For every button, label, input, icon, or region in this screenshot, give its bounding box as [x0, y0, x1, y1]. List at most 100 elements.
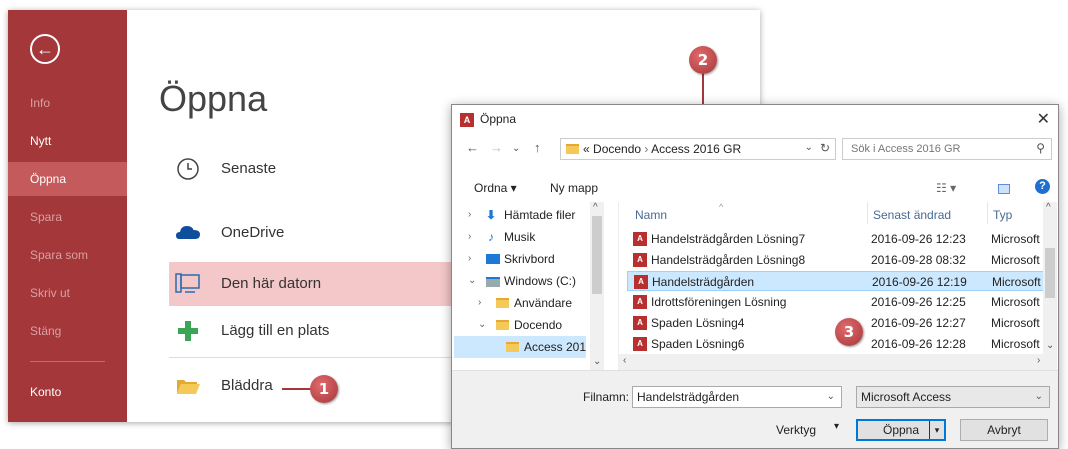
refresh-icon[interactable]: ↻: [820, 141, 830, 155]
place-label: OneDrive: [221, 224, 285, 241]
access-file-icon: A: [633, 337, 647, 351]
recent-locations-icon[interactable]: ⌄: [512, 143, 520, 154]
nav-item-access-2016[interactable]: Access 2016 G: [454, 336, 586, 358]
callout-1: 1: [310, 375, 338, 403]
close-button[interactable]: ✕: [1037, 109, 1050, 129]
nav-item-windows-c[interactable]: ⌄ Windows (C:): [468, 270, 598, 292]
nav-item-anvandare[interactable]: › Användare: [478, 292, 608, 314]
sidebar-item-spara[interactable]: Spara: [8, 200, 127, 234]
up-arrow-icon[interactable]: ↑: [534, 140, 541, 155]
column-header-date[interactable]: Senast ändrad: [873, 208, 951, 222]
open-dropdown-icon[interactable]: ▾: [929, 421, 944, 439]
tools-button[interactable]: Verktyg: [776, 423, 816, 437]
scroll-up-icon[interactable]: ^: [1046, 202, 1051, 213]
column-header-name[interactable]: Namn: [635, 208, 667, 222]
scroll-thumb[interactable]: [592, 216, 602, 294]
sidebar-divider: [30, 361, 105, 362]
filename-value: Handelsträdgården: [637, 390, 740, 404]
organize-button[interactable]: Ordna ▾: [474, 181, 517, 195]
chevron-right-icon[interactable]: ›: [468, 248, 471, 270]
chevron-down-icon[interactable]: ⌄: [478, 314, 486, 336]
preview-pane-icon[interactable]: [998, 184, 1010, 194]
column-header-type[interactable]: Typ: [993, 208, 1012, 222]
place-label: Den här datorn: [221, 275, 322, 292]
column-separator: [867, 202, 868, 224]
file-row[interactable]: A Handelsträdgården Lösning7 2016-09-26 …: [627, 229, 1047, 249]
nav-item-downloads[interactable]: › ⬇ Hämtade filer: [468, 204, 598, 226]
filetype-value: Microsoft Access: [861, 390, 952, 404]
chevron-down-icon[interactable]: ⌄: [827, 387, 835, 407]
callout-2: 2: [689, 46, 717, 74]
file-date: 2016-09-26 12:27: [871, 316, 966, 330]
arrow-left-icon: ←: [36, 39, 54, 59]
horizontal-scrollbar[interactable]: ‹ ›: [619, 354, 1057, 370]
breadcrumb-docendo[interactable]: Docendo: [593, 142, 641, 156]
scroll-left-icon[interactable]: ‹: [623, 355, 626, 366]
file-row[interactable]: A Idrottsföreningen Lösning 2016-09-26 1…: [627, 292, 1047, 312]
file-type: Microsoft: [991, 295, 1040, 309]
scroll-right-icon[interactable]: ›: [1037, 355, 1040, 366]
sidebar-item-info[interactable]: Info: [8, 86, 127, 120]
file-name: Handelsträdgården Lösning8: [651, 253, 806, 267]
access-file-icon: A: [634, 275, 648, 289]
scroll-down-icon[interactable]: ⌄: [1046, 340, 1054, 351]
file-row-selected[interactable]: A Handelsträdgården 2016-09-26 12:19 Mic…: [627, 271, 1047, 291]
open-dialog: A Öppna ✕ ← → ⌄ ↑ « Docendo › Access 201…: [451, 104, 1059, 449]
download-icon: ⬇: [486, 208, 497, 222]
nav-item-docendo[interactable]: ⌄ Docendo: [478, 314, 608, 336]
forward-arrow-icon[interactable]: →: [490, 140, 503, 155]
breadcrumb-prefix[interactable]: «: [583, 142, 590, 156]
nav-label: Skrivbord: [504, 252, 555, 266]
filename-field[interactable]: Handelsträdgården ⌄: [632, 386, 842, 408]
sidebar-item-nytt[interactable]: Nytt: [8, 124, 127, 158]
sidebar-item-stang[interactable]: Stäng: [8, 314, 127, 348]
sidebar-item-skriv-ut[interactable]: Skriv ut: [8, 276, 127, 310]
file-list-scrollbar[interactable]: ^ ⌄: [1043, 202, 1057, 354]
file-type: Microsoft: [991, 232, 1040, 246]
scroll-thumb[interactable]: [1045, 248, 1055, 298]
page-title: Öppna: [159, 78, 268, 119]
computer-icon: [175, 273, 200, 293]
chevron-right-icon[interactable]: ›: [468, 204, 471, 226]
new-folder-button[interactable]: Ny mapp: [550, 181, 598, 195]
address-bar[interactable]: « Docendo › Access 2016 GR ⌄ ↻: [560, 138, 836, 160]
file-date: 2016-09-26 12:28: [871, 337, 966, 351]
nav-scrollbar[interactable]: ^ ⌄: [590, 202, 604, 370]
nav-item-desktop[interactable]: › Skrivbord: [468, 248, 598, 270]
view-options-icon[interactable]: ☷ ▾: [936, 181, 956, 195]
search-input[interactable]: Sök i Access 2016 GR ⚲: [842, 138, 1052, 160]
chevron-down-icon[interactable]: ⌄: [805, 142, 813, 153]
open-button[interactable]: Öppna ▾: [856, 419, 946, 441]
file-type: Microsoft: [991, 253, 1040, 267]
sidebar-item-konto[interactable]: Konto: [8, 375, 127, 409]
column-separator: [987, 202, 988, 224]
chevron-down-icon[interactable]: ⌄: [468, 270, 476, 292]
cancel-button[interactable]: Avbryt: [960, 419, 1048, 441]
access-file-icon: A: [633, 316, 647, 330]
folder-icon: [566, 144, 579, 154]
scroll-down-icon[interactable]: ⌄: [593, 356, 601, 367]
file-date: 2016-09-26 12:23: [871, 232, 966, 246]
search-icon: ⚲: [1036, 141, 1045, 155]
place-label: Senaste: [221, 160, 277, 177]
access-app-icon: A: [460, 113, 474, 127]
sidebar-item-oppna[interactable]: Öppna: [8, 162, 127, 196]
file-row[interactable]: A Handelsträdgården Lösning8 2016-09-28 …: [627, 250, 1047, 270]
file-list: Namn ^ Senast ändrad Typ A Handelsträdgå…: [618, 202, 1058, 370]
filetype-select[interactable]: Microsoft Access ⌄: [856, 386, 1050, 408]
file-date: 2016-09-26 12:19: [872, 275, 967, 289]
breadcrumb-access[interactable]: Access 2016 GR: [651, 142, 741, 156]
help-icon[interactable]: ?: [1035, 179, 1050, 194]
file-name: Handelsträdgården: [652, 275, 755, 289]
back-button[interactable]: ←: [30, 34, 60, 64]
cloud-icon: [176, 226, 200, 239]
chevron-down-icon[interactable]: ▾: [834, 421, 839, 432]
folder-icon: [506, 342, 519, 352]
chevron-down-icon[interactable]: ⌄: [1035, 387, 1043, 407]
sidebar-item-spara-som[interactable]: Spara som: [8, 238, 127, 272]
chevron-right-icon[interactable]: ›: [478, 292, 481, 314]
chevron-right-icon[interactable]: ›: [468, 226, 471, 248]
scroll-up-icon[interactable]: ^: [593, 202, 598, 213]
nav-item-music[interactable]: › ♪ Musik: [468, 226, 598, 248]
back-arrow-icon[interactable]: ←: [466, 140, 479, 155]
